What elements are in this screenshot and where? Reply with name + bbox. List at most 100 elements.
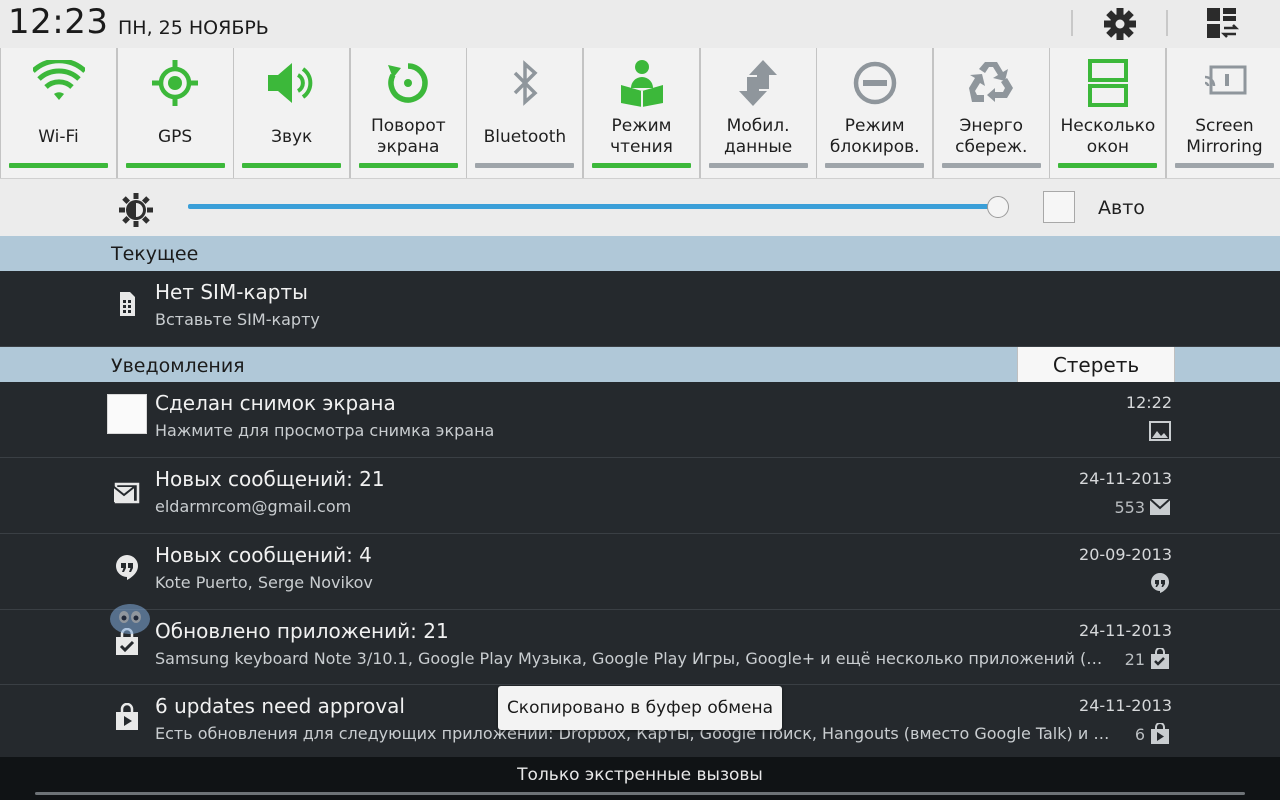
quick-setting-state-bar	[1058, 163, 1158, 168]
notification-title: Обновлено приложений: 21	[155, 619, 449, 643]
brightness-icon	[119, 193, 153, 227]
footer-bar: Только экстренные вызовы	[0, 757, 1280, 800]
notification-hangouts[interactable]: Новых сообщений: 4 Kote Puerto, Serge No…	[0, 534, 1280, 610]
notification-time: 24-11-2013	[1079, 621, 1172, 640]
quick-setting-label: Поворот экрана	[370, 116, 446, 157]
gps-icon	[118, 56, 233, 110]
bag-play-icon	[1151, 723, 1169, 744]
multi-window-icon	[1050, 56, 1165, 110]
gallery-image-icon	[1149, 421, 1171, 441]
site-watermark-logo	[110, 604, 150, 634]
date: ПН, 25 НОЯБРЬ	[118, 17, 269, 39]
quick-setting-label: Мобил. данные	[723, 116, 793, 157]
notification-title: Новых сообщений: 4	[155, 543, 372, 567]
hangouts-icon	[116, 555, 138, 580]
wifi-icon	[1, 56, 116, 110]
sim-card-icon	[120, 292, 135, 316]
quick-settings-panel: Wi-Fi GPS Звук Поворот экрана Bluetooth Режим…	[0, 48, 1280, 178]
notification-screenshot[interactable]: Сделан снимок экрана Нажмите для просмот…	[0, 382, 1280, 458]
quick-setting-state-bar	[125, 163, 225, 168]
quick-setting-tile[interactable]: Screen Mirroring	[1167, 48, 1280, 178]
quick-setting-tile[interactable]: Режим чтения	[584, 48, 699, 178]
notification-subtitle: eldarmrcom@gmail.com	[155, 497, 352, 516]
notification-title: Сделан снимок экрана	[155, 391, 396, 415]
notification-title: 6 updates need approval	[155, 694, 405, 718]
section-title: Текущее	[111, 243, 199, 265]
quick-setting-state-bar	[941, 163, 1041, 168]
quick-setting-label: Screen Mirroring	[1186, 116, 1263, 157]
settings-gear-icon[interactable]	[1102, 6, 1138, 42]
notification-email[interactable]: Новых сообщений: 21 eldarmrcom@gmail.com…	[0, 458, 1280, 534]
quick-setting-label: Wi-Fi	[38, 126, 79, 147]
quick-setting-label: Энерго сбереж.	[955, 116, 1028, 157]
notification-time: 12:22	[1125, 393, 1172, 412]
auto-brightness-checkbox[interactable]	[1043, 191, 1075, 223]
notification-count: 553	[1114, 498, 1145, 517]
drag-handle[interactable]	[35, 792, 1245, 795]
notification-title: Нет SIM-карты	[155, 280, 308, 304]
brightness-slider-thumb[interactable]	[987, 196, 1009, 218]
quick-setting-tile[interactable]: Режим блокиров.	[817, 48, 933, 178]
mobile-data-icon	[701, 56, 816, 110]
quick-setting-tile[interactable]: Несколько окон	[1050, 48, 1166, 178]
notification-time: 24-11-2013	[1079, 469, 1172, 488]
screenshot-thumbnail	[107, 394, 147, 434]
brightness-slider-track[interactable]	[188, 204, 998, 209]
bluetooth-icon	[467, 56, 582, 110]
quick-setting-state-bar	[592, 163, 691, 168]
reading-mode-icon	[584, 56, 699, 110]
auto-brightness-label: Авто	[1098, 197, 1145, 219]
quick-setting-label: Bluetooth	[483, 126, 567, 147]
quick-setting-label: Несколько окон	[1060, 116, 1156, 157]
block-mode-icon	[817, 56, 932, 110]
quick-setting-label: GPS	[157, 126, 193, 147]
notification-title: Новых сообщений: 21	[155, 467, 385, 491]
quick-setting-tile[interactable]: Мобил. данные	[700, 48, 816, 178]
section-header-notifications: Уведомления Стереть	[0, 347, 1280, 382]
divider	[1071, 10, 1073, 36]
rotate-icon	[351, 56, 466, 110]
quick-setting-state-bar	[242, 163, 342, 168]
notification-count: 21	[1124, 650, 1145, 669]
email-icon	[113, 482, 140, 504]
quick-setting-tile[interactable]: Энерго сбереж.	[933, 48, 1049, 178]
quick-setting-tile[interactable]: Поворот экрана	[350, 48, 466, 178]
status-bar: 12:23 ПН, 25 НОЯБРЬ	[0, 0, 1280, 48]
quick-setting-state-bar	[475, 163, 575, 168]
divider	[1166, 10, 1168, 36]
quick-setting-state-bar	[9, 163, 108, 168]
quick-setting-state-bar	[825, 163, 925, 168]
notification-count: 6	[1134, 725, 1145, 744]
quick-setting-tile[interactable]: Wi-Fi	[1, 48, 116, 178]
quick-setting-state-bar	[1175, 163, 1274, 168]
section-title: Уведомления	[111, 355, 245, 377]
notification-time: 20-09-2013	[1079, 545, 1172, 564]
section-header-current: Текущее	[0, 236, 1280, 271]
bag-check-icon	[1151, 648, 1169, 669]
notification-subtitle: Kote Puerto, Serge Novikov	[155, 573, 373, 592]
notification-apps-updated[interactable]: Обновлено приложений: 21 Samsung keyboar…	[0, 610, 1280, 685]
quick-setting-state-bar	[358, 163, 458, 168]
sim-notification[interactable]: Нет SIM-карты Вставьте SIM-карту	[0, 271, 1280, 347]
quick-setting-tile[interactable]: Bluetooth	[467, 48, 583, 178]
notification-subtitle: Samsung keyboard Note 3/10.1, Google Pla…	[155, 649, 1110, 668]
play-store-bag-icon	[116, 703, 138, 730]
quick-panel-edit-icon[interactable]	[1206, 6, 1242, 42]
clear-notifications-button[interactable]: Стереть	[1017, 347, 1175, 382]
screen-mirroring-icon	[1167, 56, 1280, 110]
emergency-calls-label: Только экстренные вызовы	[517, 765, 763, 785]
notification-subtitle: Нажмите для просмотра снимка экрана	[155, 421, 495, 440]
quick-setting-state-bar	[708, 163, 808, 168]
quick-setting-tile[interactable]: Звук	[234, 48, 350, 178]
sound-icon	[234, 56, 349, 110]
quick-setting-tile[interactable]: GPS	[117, 48, 233, 178]
clock: 12:23	[8, 2, 109, 42]
hangouts-small-icon	[1151, 573, 1169, 593]
quick-setting-label: Звук	[271, 126, 313, 147]
notification-time: 24-11-2013	[1079, 696, 1172, 715]
toast-message: Скопировано в буфер обмена	[498, 686, 782, 730]
power-saving-icon	[934, 56, 1049, 110]
quick-setting-label: Режим блокиров.	[829, 116, 920, 157]
envelope-icon	[1149, 498, 1171, 515]
notification-subtitle: Вставьте SIM-карту	[155, 310, 320, 329]
